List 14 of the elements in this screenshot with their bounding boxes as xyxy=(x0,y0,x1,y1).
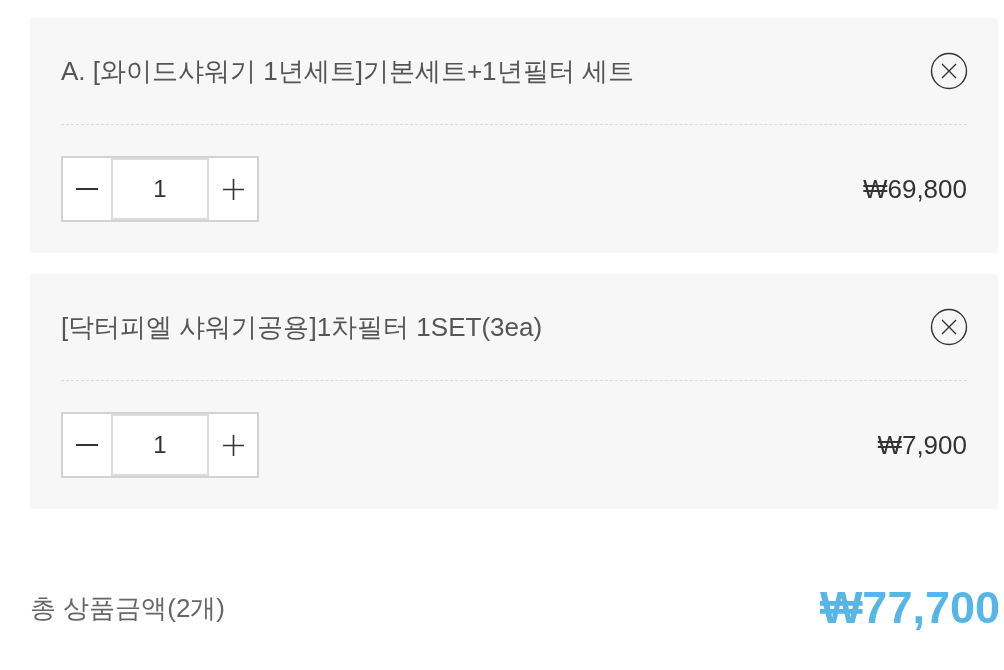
quantity-input[interactable]: 1 xyxy=(111,414,209,476)
minus-icon xyxy=(76,188,98,190)
minus-icon xyxy=(76,444,98,446)
plus-icon xyxy=(222,178,244,200)
product-name: A. [와이드샤워기 1년세트]기본세트+1년필터 세트 xyxy=(61,55,634,87)
item-price: ₩7,900 xyxy=(877,429,967,461)
quantity-input[interactable]: 1 xyxy=(111,158,209,220)
total-amount: ₩77,700 xyxy=(819,583,1000,633)
product-name: [닥터피엘 샤워기공용]1차필터 1SET(3ea) xyxy=(61,311,543,343)
total-label: 총 상품금액(2개) xyxy=(30,592,225,624)
item-price: ₩69,800 xyxy=(862,173,967,205)
close-icon[interactable] xyxy=(930,52,968,90)
close-icon[interactable] xyxy=(930,308,968,346)
plus-icon xyxy=(222,434,244,456)
